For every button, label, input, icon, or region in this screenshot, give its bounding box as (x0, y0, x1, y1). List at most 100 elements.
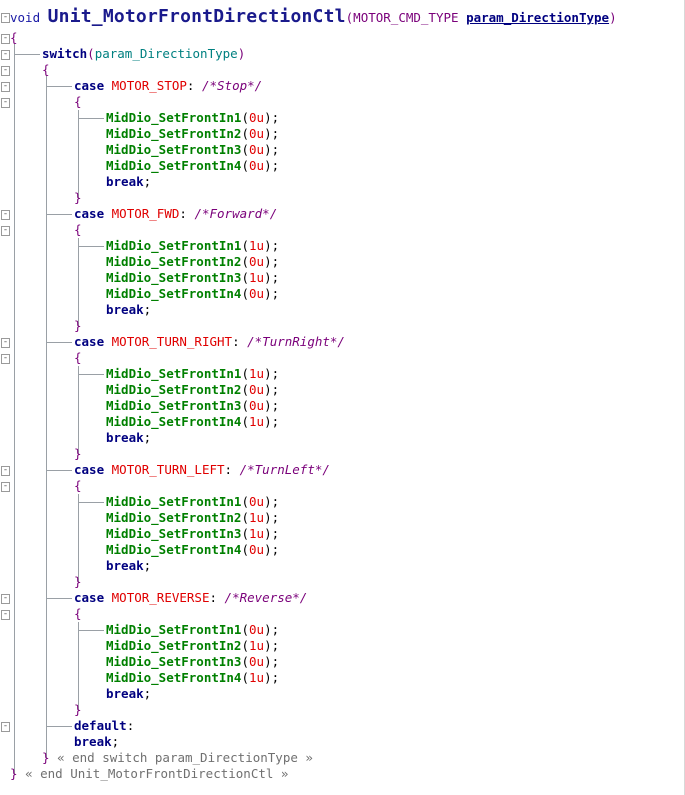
semicolon: ; (271, 158, 280, 173)
function-call-line: MidDio_SetFrontIn3(0u); (0, 654, 685, 670)
paren-close: ) (264, 638, 272, 653)
paren-open: ( (241, 110, 249, 125)
call-argument: 0u (249, 654, 265, 669)
semicolon: ; (271, 254, 280, 269)
paren-open: ( (241, 142, 249, 157)
function-call-line: MidDio_SetFrontIn2(0u); (0, 382, 685, 398)
paren-close: ) (264, 622, 272, 637)
paren-close: ) (264, 398, 272, 413)
colon: : (232, 334, 240, 349)
semicolon: ; (271, 366, 280, 381)
break-keyword: break (106, 430, 144, 445)
paren-close: ) (237, 46, 246, 61)
semicolon: ; (271, 270, 280, 285)
function-call-line: MidDio_SetFrontIn1(1u); (0, 238, 685, 254)
paren-close: ) (264, 126, 272, 141)
break-keyword: break (74, 734, 112, 749)
semicolon: ; (271, 526, 280, 541)
paren-open: ( (241, 638, 249, 653)
case-comment: /*TurnLeft*/ (239, 462, 330, 477)
function-signature-line: void Unit_MotorFrontDirectionCtl(MOTOR_C… (0, 6, 685, 28)
call-function-name: MidDio_SetFrontIn1 (106, 494, 242, 509)
semicolon: ; (271, 494, 280, 509)
close-brace: } (10, 766, 18, 781)
semicolon: ; (271, 510, 280, 525)
semicolon: ; (271, 654, 280, 669)
switch-close-brace-line: } « end switch param_DirectionType » (0, 750, 685, 766)
semicolon: ; (143, 558, 152, 573)
paren-close: ) (264, 142, 272, 157)
call-function-name: MidDio_SetFrontIn1 (106, 238, 242, 253)
function-call-line: MidDio_SetFrontIn1(1u); (0, 366, 685, 382)
paren-open: ( (241, 670, 249, 685)
break-keyword: break (106, 558, 144, 573)
case-comment: /*Stop*/ (201, 78, 263, 93)
call-function-name: MidDio_SetFrontIn4 (106, 158, 242, 173)
paren-open: ( (241, 254, 249, 269)
call-function-name: MidDio_SetFrontIn1 (106, 622, 242, 637)
function-call-line: MidDio_SetFrontIn4(1u); (0, 414, 685, 430)
case-line: case MOTOR_STOP: /*Stop*/ (0, 78, 685, 94)
call-argument: 0u (249, 110, 265, 125)
code-editor[interactable]: --------------- void Unit_MotorFrontDire… (0, 0, 685, 795)
paren-open: ( (241, 126, 249, 141)
case-open-brace-line: { (0, 350, 685, 366)
case-comment: /*Forward*/ (194, 206, 278, 221)
semicolon: ; (111, 734, 120, 749)
call-function-name: MidDio_SetFrontIn2 (106, 254, 242, 269)
call-argument: 1u (249, 366, 265, 381)
break-keyword: break (106, 174, 144, 189)
switch-keyword: switch (42, 46, 88, 61)
call-argument: 1u (249, 638, 265, 653)
paren-open: ( (241, 238, 249, 253)
function-call-line: MidDio_SetFrontIn4(0u); (0, 286, 685, 302)
open-brace: { (74, 606, 82, 621)
paren-open: ( (241, 158, 249, 173)
paren-open: ( (241, 542, 249, 557)
call-function-name: MidDio_SetFrontIn3 (106, 526, 242, 541)
case-keyword: case (74, 590, 105, 605)
case-open-brace-line: { (0, 222, 685, 238)
call-argument: 0u (249, 494, 265, 509)
call-function-name: MidDio_SetFrontIn1 (106, 366, 242, 381)
call-argument: 0u (249, 142, 265, 157)
call-function-name: MidDio_SetFrontIn4 (106, 542, 242, 557)
function-name: Unit_MotorFrontDirectionCtl (47, 6, 346, 27)
end-switch-comment: « end switch param_DirectionType » (57, 750, 313, 765)
case-label: MOTOR_FWD (111, 206, 180, 221)
semicolon: ; (143, 686, 152, 701)
case-line: case MOTOR_FWD: /*Forward*/ (0, 206, 685, 222)
call-argument: 1u (249, 270, 265, 285)
case-close-brace-line: } (0, 190, 685, 206)
paren-open: ( (241, 270, 249, 285)
case-keyword: case (74, 78, 105, 93)
case-close-brace-line: } (0, 446, 685, 462)
paren-close: ) (264, 110, 272, 125)
case-comment: /*TurnRight*/ (247, 334, 345, 349)
function-call-line: MidDio_SetFrontIn2(1u); (0, 638, 685, 654)
case-label: MOTOR_TURN_LEFT (111, 462, 225, 477)
open-brace: { (10, 30, 18, 45)
close-brace: } (74, 318, 82, 333)
semicolon: ; (271, 414, 280, 429)
call-function-name: MidDio_SetFrontIn3 (106, 654, 242, 669)
close-brace: } (74, 574, 82, 589)
function-call-line: MidDio_SetFrontIn3(1u); (0, 270, 685, 286)
call-argument: 0u (249, 622, 265, 637)
open-brace: { (42, 62, 50, 77)
function-close-brace-line: } « end Unit_MotorFrontDirectionCtl » (0, 766, 685, 782)
paren-close: ) (264, 414, 272, 429)
paren-open: ( (241, 654, 249, 669)
void-keyword: void (10, 10, 41, 25)
call-argument: 0u (249, 398, 265, 413)
paren-open: ( (241, 286, 249, 301)
function-call-line: MidDio_SetFrontIn1(0u); (0, 110, 685, 126)
break-line: break; (0, 430, 685, 446)
colon: : (224, 462, 233, 477)
case-close-brace-line: } (0, 702, 685, 718)
